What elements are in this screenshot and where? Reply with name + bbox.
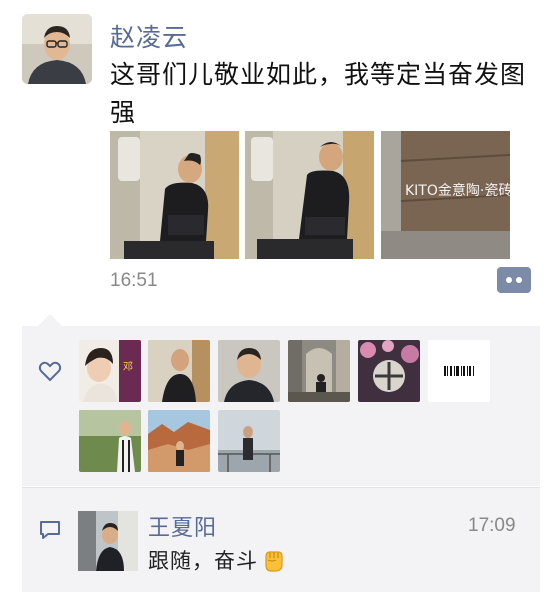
comment-action-button[interactable]	[497, 267, 531, 293]
post-photo-1[interactable]	[110, 131, 239, 259]
fist-emoji-icon	[265, 551, 283, 572]
liker-avatar-1-caption: 邓	[123, 361, 133, 373]
heart-icon	[38, 361, 62, 382]
post-photo-2[interactable]	[245, 131, 374, 259]
liker-avatar-1[interactable]: 邓	[79, 340, 141, 402]
post-author-name[interactable]: 赵凌云	[110, 18, 188, 54]
post-text: 这哥们儿敬业如此，我等定当奋发图强	[110, 60, 527, 127]
liker-avatar-6[interactable]	[428, 340, 490, 402]
liker-avatar-7[interactable]	[79, 410, 141, 472]
liker-avatar-5[interactable]	[358, 340, 420, 402]
author-avatar[interactable]	[22, 14, 92, 84]
liker-avatar-4[interactable]	[288, 340, 350, 402]
liker-avatar-8[interactable]	[148, 410, 210, 472]
commenter-name[interactable]: 王夏阳	[148, 510, 217, 542]
comment-text-content: 跟随，奋斗	[148, 549, 258, 573]
liker-avatar-9[interactable]	[218, 410, 280, 472]
post-photo-3[interactable]: KITO金意陶·瓷砖	[381, 131, 510, 259]
liker-avatar-2[interactable]	[148, 340, 210, 402]
comment-time: 17:09	[468, 515, 516, 536]
post-time: 16:51	[110, 270, 158, 291]
panel-caret	[38, 314, 62, 326]
liker-avatar-3[interactable]	[218, 340, 280, 402]
comment-icon	[40, 521, 60, 539]
commenter-avatar[interactable]	[78, 511, 138, 571]
showroom-sign-text: KITO金意陶·瓷砖	[405, 182, 510, 199]
comment-text: 跟随，奋斗	[148, 545, 286, 575]
